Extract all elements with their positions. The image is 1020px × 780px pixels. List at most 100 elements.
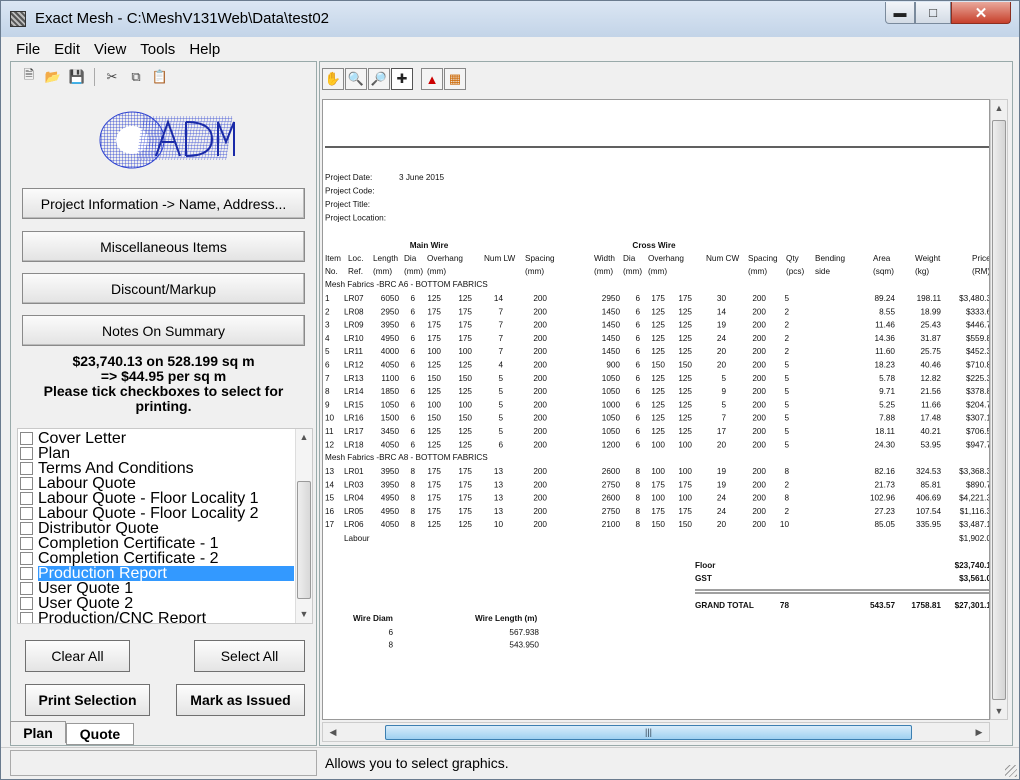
document-item[interactable]: Distributor Quote: [18, 521, 294, 537]
table-cell: 5: [498, 427, 503, 436]
menu-view[interactable]: View: [87, 41, 133, 58]
column-header: Area: [873, 254, 891, 263]
document-item[interactable]: Labour Quote - Floor Locality 2: [18, 506, 294, 522]
column-header: Num CW: [706, 254, 739, 263]
document-checkbox[interactable]: [20, 432, 33, 445]
document-item[interactable]: Labour Quote - Floor Locality 1: [18, 491, 294, 507]
table-cell: LR14: [344, 387, 364, 396]
column-unit: Ref.: [348, 267, 363, 276]
menu-help[interactable]: Help: [182, 41, 227, 58]
table-cell: 7.88: [879, 414, 895, 423]
mark-as-issued-button[interactable]: Mark as Issued: [176, 684, 305, 716]
title-bar[interactable]: Exact Mesh - C:\MeshV131Web\Data\test02 …: [1, 1, 1019, 37]
document-checkbox[interactable]: [20, 582, 33, 595]
document-item[interactable]: Completion Certificate - 1: [18, 536, 294, 552]
close-button[interactable]: ✕: [951, 2, 1011, 24]
document-checkbox[interactable]: [20, 462, 33, 475]
document-checkbox[interactable]: [20, 597, 33, 610]
table-cell: 4000: [381, 347, 400, 356]
document-item[interactable]: Production/CNC Report: [18, 611, 294, 623]
minimize-button[interactable]: ▬: [885, 2, 915, 24]
miscellaneous-items-button[interactable]: Miscellaneous Items: [22, 231, 305, 262]
report-vertical-thumb[interactable]: [992, 120, 1006, 700]
list-scroll-thumb[interactable]: [297, 481, 311, 599]
open-icon[interactable]: 📂: [44, 68, 62, 86]
document-checkbox[interactable]: [20, 447, 33, 460]
table-cell: 11.66: [921, 400, 941, 409]
document-item[interactable]: Labour Quote: [18, 476, 294, 492]
table-cell: 8: [635, 467, 640, 476]
scroll-left-icon[interactable]: ◀: [325, 724, 341, 740]
export-icon[interactable]: ▲: [421, 68, 443, 90]
save-icon[interactable]: 💾: [68, 68, 86, 86]
table-cell: 8: [784, 494, 789, 503]
cut-icon[interactable]: ✂: [103, 68, 121, 86]
document-item[interactable]: User Quote 2: [18, 596, 294, 612]
document-item[interactable]: Completion Certificate - 2: [18, 551, 294, 567]
print-graphic-icon[interactable]: ▦: [444, 68, 466, 90]
report-horizontal-scrollbar[interactable]: ◀ ||| ▶: [322, 722, 990, 742]
report-panel: ✋ 🔍 🔎 ✚ ▲ ▦ Project Date: 3 June 2015 Proj…: [319, 61, 1013, 746]
report-vertical-scrollbar[interactable]: ▲ ▼: [990, 99, 1008, 720]
menu-tools[interactable]: Tools: [133, 41, 182, 58]
project-info-label: Project Title:: [325, 200, 370, 209]
column-header: Bending: [815, 254, 845, 263]
menu-edit[interactable]: Edit: [47, 41, 87, 58]
table-cell: $446.7: [966, 321, 990, 330]
table-cell: 1200: [602, 440, 621, 449]
document-checkbox[interactable]: [20, 567, 33, 580]
scroll-down-icon[interactable]: ▼: [296, 606, 312, 622]
paste-icon[interactable]: 📋: [151, 68, 169, 86]
tab-quote[interactable]: Quote: [66, 723, 134, 745]
scroll-up-icon[interactable]: ▲: [296, 429, 312, 445]
table-cell: 5: [325, 347, 330, 356]
print-document-list[interactable]: Cover Letter Plan Terms And Conditions Labo…: [17, 428, 313, 624]
table-cell: 6: [410, 427, 415, 436]
clear-all-button[interactable]: Clear All: [25, 640, 130, 672]
report-preview[interactable]: Project Date: 3 June 2015 Project Code: Pro…: [322, 99, 990, 720]
list-scrollbar[interactable]: ▲ ▼: [295, 429, 312, 623]
table-cell: 9: [325, 400, 330, 409]
report-horizontal-thumb[interactable]: |||: [385, 725, 912, 740]
tab-plan[interactable]: Plan: [10, 721, 66, 743]
scroll-up-icon[interactable]: ▲: [991, 100, 1007, 116]
copy-icon[interactable]: ⧉: [127, 68, 145, 86]
table-cell: 7: [721, 414, 726, 423]
print-selection-button[interactable]: Print Selection: [25, 684, 150, 716]
table-cell: 6: [498, 440, 503, 449]
resize-grip[interactable]: [1005, 765, 1017, 777]
column-header: Spacing: [525, 254, 555, 263]
document-item[interactable]: Cover Letter: [18, 431, 294, 447]
select-all-button[interactable]: Select All: [194, 640, 305, 672]
document-item[interactable]: Plan: [18, 446, 294, 462]
table-cell: 2950: [602, 294, 621, 303]
document-item[interactable]: Terms And Conditions: [18, 461, 294, 477]
table-cell: LR17: [344, 427, 364, 436]
zoom-out-icon[interactable]: 🔎: [368, 68, 390, 90]
document-checkbox[interactable]: [20, 507, 33, 520]
document-checkbox[interactable]: [20, 537, 33, 550]
crosshair-icon[interactable]: ✚: [391, 68, 413, 90]
document-checkbox[interactable]: [20, 612, 33, 623]
menu-file[interactable]: File: [9, 41, 47, 58]
table-cell: 125: [427, 361, 441, 370]
document-checkbox[interactable]: [20, 552, 33, 565]
notes-on-summary-button[interactable]: Notes On Summary: [22, 315, 305, 346]
document-checkbox[interactable]: [20, 492, 33, 505]
table-cell: 12: [325, 440, 335, 449]
zoom-in-icon[interactable]: 🔍: [345, 68, 367, 90]
scroll-down-icon[interactable]: ▼: [991, 703, 1007, 719]
table-cell: 125: [458, 361, 472, 370]
table-cell: 125: [458, 427, 472, 436]
discount-markup-button[interactable]: Discount/Markup: [22, 273, 305, 304]
document-checkbox[interactable]: [20, 522, 33, 535]
document-checkbox[interactable]: [20, 477, 33, 490]
document-item[interactable]: User Quote 1: [18, 581, 294, 597]
document-item[interactable]: Production Report: [18, 566, 294, 582]
maximize-button[interactable]: □: [915, 2, 951, 24]
scroll-right-icon[interactable]: ▶: [971, 724, 987, 740]
new-icon[interactable]: 🗎: [20, 67, 38, 86]
table-cell: 125: [651, 307, 665, 316]
project-information-button[interactable]: Project Information -> Name, Address...: [22, 188, 305, 219]
hand-icon[interactable]: ✋: [322, 68, 344, 90]
